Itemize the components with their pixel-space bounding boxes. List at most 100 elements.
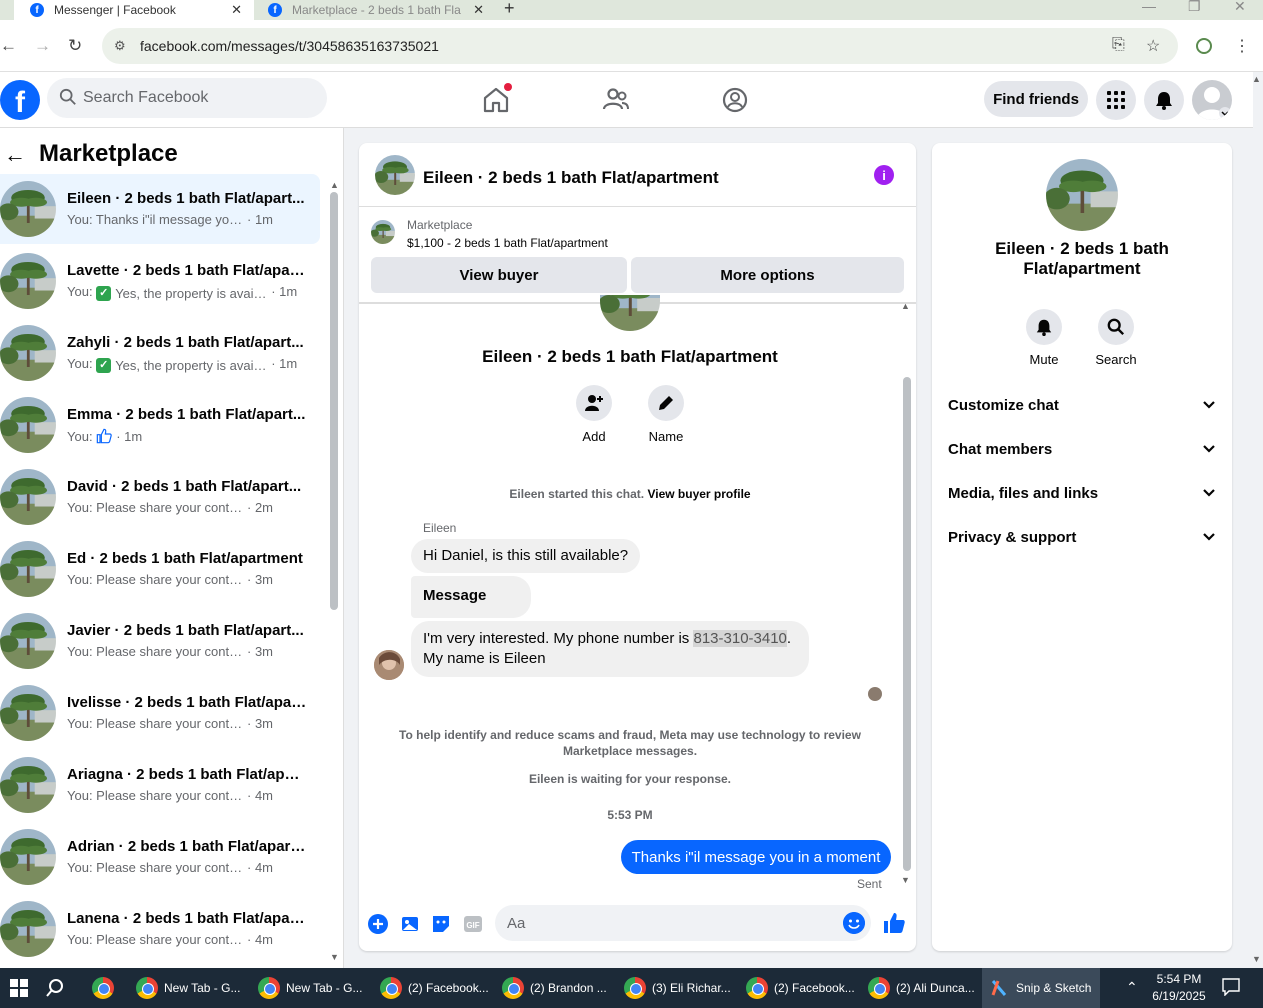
message-sent-card[interactable]: Message sent <box>411 576 531 644</box>
browser-menu-icon[interactable]: ⋮ <box>1234 36 1250 56</box>
url-field[interactable]: ⚙ facebook.com/messages/t/30458635163735… <box>102 28 1178 64</box>
back-arrow-icon[interactable]: ← <box>4 142 26 168</box>
name-label: Name <box>648 429 684 444</box>
search-chat-action[interactable]: Search <box>1086 309 1146 367</box>
groups-icon[interactable] <box>719 84 751 116</box>
search-facebook-input[interactable]: Search Facebook <box>47 78 327 118</box>
thumbs-up-icon[interactable] <box>882 911 906 935</box>
info-section-row[interactable]: Privacy & support <box>948 522 1218 552</box>
info-section-row[interactable]: Chat members <box>948 434 1218 464</box>
view-buyer-profile-link[interactable]: View buyer profile <box>647 487 750 501</box>
phone-number[interactable]: 813-310-3410 <box>693 630 787 647</box>
conversation-item[interactable]: Ed · 2 beds 1 bath Flat/apartment You: P… <box>0 534 320 604</box>
emoji-icon[interactable] <box>843 912 865 934</box>
taskbar-app[interactable]: New Tab - G... <box>128 968 246 1008</box>
more-options-button[interactable]: More options <box>631 257 904 293</box>
tray-chevron-icon[interactable]: ⌃ <box>1126 979 1138 996</box>
account-avatar[interactable] <box>1192 80 1232 120</box>
sticker-icon[interactable] <box>430 913 452 935</box>
action-center-icon[interactable] <box>1222 978 1240 996</box>
add-people-action[interactable]: Add <box>564 385 624 444</box>
photo-icon[interactable] <box>399 913 421 935</box>
conversation-item[interactable]: Ivelisse · 2 beds 1 bath Flat/apar... Yo… <box>0 678 320 748</box>
chat-title[interactable]: Eileen · 2 beds 1 bath Flat/apartment <box>423 168 719 188</box>
listing-thumbnail[interactable] <box>375 155 415 195</box>
chevron-down-icon <box>1203 489 1215 497</box>
info-section-row[interactable]: Media, files and links <box>948 478 1218 508</box>
close-tab-icon[interactable]: ✕ <box>231 2 242 18</box>
conversation-time: · 1m <box>271 284 298 299</box>
chrome-icon <box>868 977 890 999</box>
page-scroll-down-icon[interactable]: ▼ <box>1252 954 1261 964</box>
taskbar-search-icon[interactable] <box>45 978 65 998</box>
listing-avatar[interactable] <box>1046 159 1118 231</box>
forward-icon[interactable]: → <box>34 36 51 56</box>
listing-thumbnail <box>0 685 56 741</box>
conversation-item[interactable]: David · 2 beds 1 bath Flat/apart... You:… <box>0 462 320 532</box>
outgoing-message-bubble[interactable]: Thanks i"il message you in a moment <box>621 840 891 874</box>
sender-avatar[interactable] <box>374 650 404 680</box>
maximize-icon[interactable]: ❐ <box>1188 0 1201 15</box>
taskbar-app[interactable]: New Tab - G... <box>250 968 368 1008</box>
conversation-item[interactable]: Emma · 2 beds 1 bath Flat/apart... You: … <box>0 390 320 460</box>
chat-scrollbar[interactable] <box>903 377 911 871</box>
taskbar-chrome-pinned[interactable] <box>84 968 124 1008</box>
info-section-row[interactable]: Customize chat <box>948 390 1218 420</box>
conversation-preview: You: · 1m <box>67 428 143 444</box>
view-buyer-button[interactable]: View buyer <box>371 257 627 293</box>
conversation-item[interactable]: Lanena · 2 beds 1 bath Flat/apar... You:… <box>0 894 320 964</box>
scroll-up-icon[interactable]: ▲ <box>330 180 339 190</box>
conversation-item[interactable]: Ariagna · 2 beds 1 bath Flat/apar... You… <box>0 750 320 820</box>
conversation-item[interactable]: Lavette · 2 beds 1 bath Flat/apar... You… <box>0 246 320 316</box>
facebook-logo-icon[interactable]: f <box>0 80 40 120</box>
reload-icon[interactable]: ↻ <box>68 36 82 56</box>
taskbar-app[interactable]: (2) Brandon ... <box>494 968 612 1008</box>
menu-grid-button[interactable] <box>1096 80 1136 120</box>
page-scroll-up-icon[interactable]: ▲ <box>1252 74 1261 84</box>
browser-tab-messenger[interactable]: f Messenger | Facebook ✕ <box>14 0 254 20</box>
find-friends-button[interactable]: Find friends <box>984 81 1088 117</box>
name-chat-action[interactable]: Name <box>636 385 696 444</box>
pencil-icon <box>659 396 673 410</box>
info-icon[interactable]: i <box>874 165 894 185</box>
conversation-item[interactable]: Javier · 2 beds 1 bath Flat/apart... You… <box>0 606 320 676</box>
scroll-up-icon[interactable]: ▲ <box>901 301 910 311</box>
install-app-icon[interactable]: ⎘ <box>1112 36 1125 54</box>
taskbar-app[interactable]: (2) Facebook... <box>738 968 856 1008</box>
message-bubble-phone[interactable]: I'm very interested. My phone number is … <box>411 621 809 677</box>
chrome-icon <box>258 977 280 999</box>
bookmark-star-icon[interactable]: ☆ <box>1146 36 1160 56</box>
taskbar-clock[interactable]: 5:54 PM 6/19/2025 <box>1150 971 1208 1005</box>
conversation-item[interactable]: Adrian · 2 beds 1 bath Flat/apart... You… <box>0 822 320 892</box>
sidebar-scrollbar[interactable] <box>330 192 338 610</box>
browser-profile-icon[interactable] <box>1196 38 1212 54</box>
new-tab-icon[interactable]: + <box>504 0 515 19</box>
listing-thumbnail-small[interactable] <box>371 220 395 244</box>
message-bubble[interactable]: Hi Daniel, is this still available? <box>411 539 641 573</box>
chrome-icon <box>380 977 402 999</box>
browser-tab-marketplace[interactable]: f Marketplace - 2 beds 1 bath Fla ✕ <box>256 0 496 20</box>
info-title: Eileen · 2 beds 1 bath Flat/apartment <box>995 239 1169 278</box>
site-settings-icon[interactable]: ⚙ <box>114 38 126 54</box>
minimize-icon[interactable]: — <box>1142 0 1156 14</box>
taskbar-app[interactable]: Snip & Sketch <box>982 968 1100 1008</box>
taskbar-app[interactable]: (2) Facebook... <box>372 968 490 1008</box>
back-icon[interactable]: ← <box>0 36 17 56</box>
listing-price[interactable]: $1,100 - 2 beds 1 bath Flat/apartment <box>407 236 608 250</box>
scroll-down-icon[interactable]: ▼ <box>901 875 910 885</box>
mute-action[interactable]: Mute <box>1014 309 1074 367</box>
taskbar-app[interactable]: (2) Ali Dunca... <box>860 968 978 1008</box>
windows-start-icon[interactable] <box>10 979 28 997</box>
conversation-item[interactable]: Zahyli · 2 beds 1 bath Flat/apart... You… <box>0 318 320 388</box>
plus-icon[interactable] <box>367 913 389 935</box>
windows-taskbar: New Tab - G... New Tab - G... (2) Facebook… <box>0 968 1263 1008</box>
scroll-down-icon[interactable]: ▼ <box>330 952 339 962</box>
window-close-icon[interactable]: ✕ <box>1234 0 1246 15</box>
gif-icon[interactable]: GIF <box>462 913 484 935</box>
close-tab-icon[interactable]: ✕ <box>473 2 484 18</box>
conversation-item[interactable]: Eileen · 2 beds 1 bath Flat/apart... You… <box>0 174 320 244</box>
friends-icon[interactable] <box>600 84 632 116</box>
notifications-button[interactable] <box>1144 80 1184 120</box>
message-input[interactable]: Aa <box>495 905 871 941</box>
taskbar-app[interactable]: (3) Eli Richar... <box>616 968 734 1008</box>
